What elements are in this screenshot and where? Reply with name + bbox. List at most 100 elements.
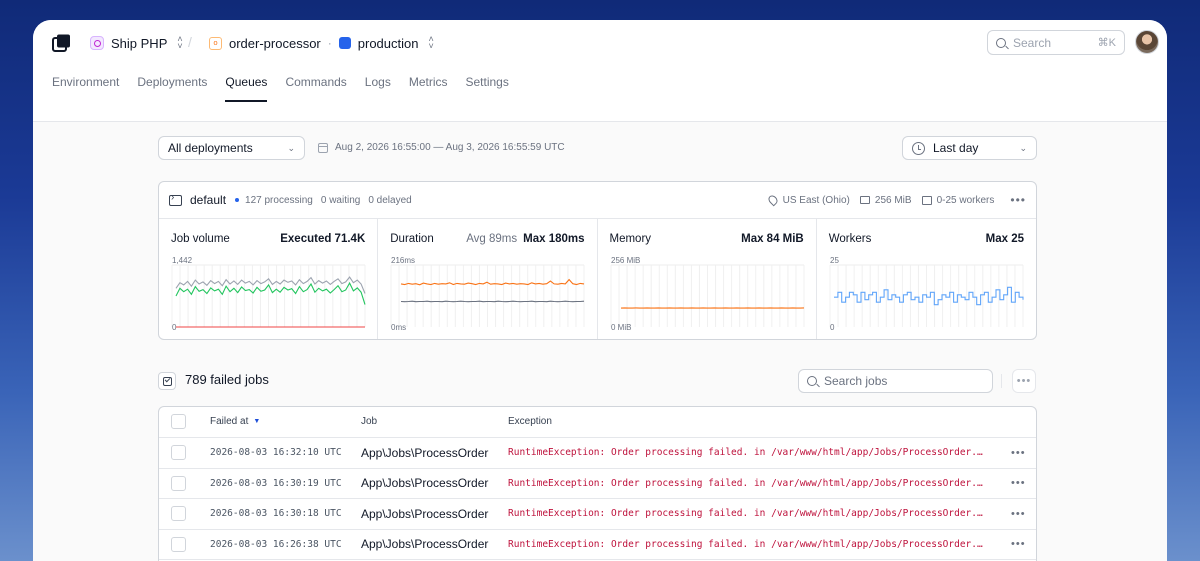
row-checkbox[interactable]	[171, 445, 186, 461]
select-mode-icon[interactable]	[158, 372, 176, 390]
panel-value-text: Max 84 MiB	[741, 233, 804, 245]
y-axis-min-label: 0 MiB	[611, 323, 631, 332]
duration-chart: 216ms 0ms	[390, 256, 585, 332]
global-search[interactable]: Search ⌘K	[987, 30, 1125, 55]
table-row[interactable]: 2026-08-03 16:32:10 UTC App\Jobs\Process…	[159, 438, 1036, 469]
location-pin-icon	[766, 193, 780, 207]
period-filter-value: Last day	[933, 141, 979, 155]
job-cell: App\Jobs\ProcessOrder	[361, 506, 489, 521]
row-more-icon[interactable]: •••	[1011, 508, 1026, 520]
project-switcher[interactable]: Ship PHP ˄ ˅	[90, 33, 183, 53]
chevron-down-icon: ⌄	[1019, 142, 1027, 153]
panel-value-text: Executed 71.4K	[280, 233, 366, 245]
top-bar: Ship PHP ˄ ˅ / o order-processor · produc…	[33, 20, 1167, 122]
panel-title: Duration	[390, 233, 434, 245]
queue-more-icon[interactable]: •••	[1010, 193, 1026, 207]
panel-avg: Avg 89ms	[466, 233, 518, 245]
queue-workers-text: 0-25 workers	[936, 194, 995, 206]
app-name: order-processor	[229, 35, 321, 51]
column-header-job: Job	[361, 416, 378, 428]
environment-icon	[338, 37, 351, 49]
column-header-failed-at[interactable]: Failed at ▼	[210, 416, 260, 427]
table-row[interactable]: 2026-08-03 16:30:19 UTC App\Jobs\Process…	[159, 469, 1036, 499]
period-filter[interactable]: Last day ⌄	[902, 136, 1037, 160]
project-name: Ship PHP	[111, 35, 168, 51]
panel-title: Job volume	[171, 233, 230, 245]
column-label: Failed at	[210, 416, 249, 428]
search-jobs-input[interactable]: Search jobs	[798, 369, 993, 393]
row-checkbox[interactable]	[171, 475, 186, 491]
panel-workers: Workers Max 25 25 0	[817, 219, 1036, 339]
table-header-row: Failed at ▼ Job Exception	[159, 407, 1036, 438]
exception-cell: RuntimeException: Order processing faile…	[508, 477, 984, 489]
date-range-text: Aug 2, 2026 16:55:00 — Aug 3, 2026 16:55…	[335, 142, 565, 153]
y-axis-max-label: 256 MiB	[611, 256, 640, 265]
series-line	[401, 278, 585, 286]
tab-logs[interactable]: Logs	[365, 72, 391, 102]
panel-value: Avg 89ms Max 180ms	[466, 233, 584, 245]
failed-jobs-title: 789 failed jobs	[185, 372, 269, 387]
row-checkbox[interactable]	[171, 536, 186, 552]
panel-value: Executed 71.4K	[280, 233, 365, 245]
app-window: Ship PHP ˄ ˅ / o order-processor · produc…	[33, 20, 1167, 561]
row-more-icon[interactable]: •••	[1011, 477, 1026, 489]
app-icon: o	[209, 36, 222, 50]
tab-queues[interactable]: Queues	[225, 72, 268, 102]
tab-deployments[interactable]: Deployments	[137, 72, 207, 102]
table-row[interactable]: 2026-08-03 16:26:38 UTC App\Jobs\Process…	[159, 530, 1036, 560]
queue-processing: 127 processing	[245, 194, 313, 206]
exception-cell: RuntimeException: Order processing faile…	[508, 447, 984, 459]
failed-jobs-table: Failed at ▼ Job Exception 2026-08-03 16:3…	[158, 406, 1037, 561]
job-cell: App\Jobs\ProcessOrder	[361, 537, 489, 552]
deployment-filter[interactable]: All deployments ⌄	[158, 136, 305, 160]
queue-region: US East (Ohio)	[766, 193, 850, 207]
tab-settings[interactable]: Settings	[466, 72, 509, 102]
row-more-icon[interactable]: •••	[1011, 447, 1026, 459]
app-logo-icon[interactable]	[52, 33, 72, 53]
nav-tabs: Environment Deployments Queues Commands …	[52, 72, 527, 102]
project-icon	[90, 36, 104, 50]
sort-descending-icon: ▼	[253, 418, 261, 426]
job-cell: App\Jobs\ProcessOrder	[361, 476, 489, 491]
clock-icon	[912, 141, 925, 155]
row-more-icon[interactable]: •••	[1011, 538, 1026, 550]
panel-memory: Memory Max 84 MiB 256 MiB 0 MiB	[598, 219, 817, 339]
panel-title: Memory	[609, 233, 652, 245]
column-header-exception: Exception	[508, 416, 552, 428]
failed-at-cell: 2026-08-03 16:30:19 UTC	[210, 477, 342, 489]
series-line	[401, 300, 585, 303]
queue-memory: 256 MiB	[859, 194, 912, 206]
app-environment-switcher[interactable]: o order-processor · production ˄ ˅	[209, 33, 434, 53]
y-axis-min-label: 0	[830, 323, 835, 332]
failed-jobs-header: 789 failed jobs Search jobs •••	[158, 369, 1037, 393]
failed-at-cell: 2026-08-03 16:32:10 UTC	[210, 447, 342, 459]
select-all-checkbox[interactable]	[171, 414, 186, 430]
table-row[interactable]: 2026-08-03 16:30:18 UTC App\Jobs\Process…	[159, 499, 1036, 530]
row-checkbox[interactable]	[171, 506, 186, 522]
chevron-up-down-icon: ˄ ˅	[177, 34, 183, 51]
panel-duration: Duration Avg 89ms Max 180ms 216ms 0ms	[378, 219, 598, 339]
chevron-down-icon: ⌄	[287, 142, 295, 153]
queue-memory-text: 256 MiB	[874, 194, 912, 206]
queue-waiting: 0 waiting	[320, 194, 361, 206]
metric-panels: Job volume Executed 71.4K 1,442 0 Duratio…	[159, 219, 1036, 339]
y-axis-max-label: 1,442	[172, 256, 193, 265]
search-icon	[996, 37, 1006, 48]
search-jobs-placeholder: Search jobs	[824, 374, 888, 388]
workers-chart: 25 0	[829, 256, 1024, 332]
chevron-up-down-icon: ˄ ˅	[428, 34, 434, 51]
date-range: Aug 2, 2026 16:55:00 — Aug 3, 2026 16:55…	[318, 142, 565, 153]
user-avatar[interactable]	[1135, 30, 1159, 54]
search-shortcut: ⌘K	[1097, 37, 1116, 49]
failed-at-cell: 2026-08-03 16:26:38 UTC	[210, 538, 342, 550]
breadcrumb-dot: ·	[327, 36, 332, 50]
panel-value-text: Max 25	[985, 233, 1024, 245]
panel-value: Max 25	[986, 233, 1024, 245]
panel-value-text: Max 180ms	[523, 233, 585, 245]
tab-commands[interactable]: Commands	[285, 72, 346, 102]
processing-dot-icon	[235, 198, 240, 202]
tab-metrics[interactable]: Metrics	[409, 72, 448, 102]
search-icon	[807, 376, 817, 386]
bulk-actions-button[interactable]: •••	[1012, 369, 1036, 393]
tab-environment[interactable]: Environment	[52, 72, 119, 102]
